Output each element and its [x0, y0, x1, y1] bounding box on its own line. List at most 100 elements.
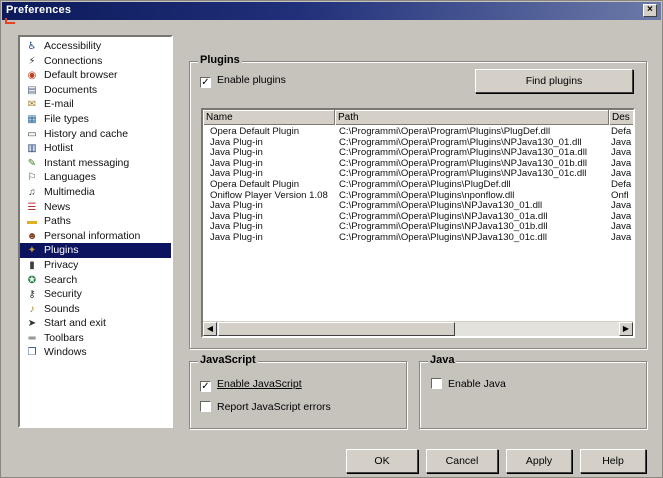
find-plugins-button[interactable]: Find plugins — [475, 69, 633, 93]
personal-info-icon: ☻ — [26, 230, 38, 242]
sidebar-item-start-and-exit[interactable]: ➤ Start and exit — [20, 316, 171, 331]
privacy-icon: ▮ — [29, 259, 35, 271]
javascript-group: JavaScript — [189, 354, 407, 429]
sidebar-item-label: Security — [44, 288, 82, 301]
sidebar-item-security[interactable]: ⚷ Security — [20, 287, 171, 302]
enable-plugins-check[interactable]: ✓ — [200, 77, 211, 88]
column-header-path[interactable]: Path — [335, 110, 609, 125]
preferences-window: Preferences × ♿ Accessibility ⚡ Connections… — [0, 0, 663, 478]
table-row[interactable]: Java Plug-in C:\Programmi\Opera\Plugins\N… — [203, 233, 633, 244]
sidebar-item-privacy[interactable]: ▮ Privacy — [20, 258, 171, 273]
sidebar-item-personal-information[interactable]: ☻ Personal information — [20, 229, 171, 244]
category-list[interactable]: ♿ Accessibility ⚡ Connections ◉ Default brows… — [18, 35, 173, 428]
title-bar: Preferences × — [2, 2, 661, 20]
table-row[interactable]: Java Plug-in C:\Programmi\Opera\Program\P… — [203, 148, 633, 159]
find-plugins-label: Find plugins — [525, 75, 583, 87]
sidebar-item-label: Plugins — [44, 244, 79, 257]
table-row[interactable]: Java Plug-in C:\Programmi\Opera\Plugins\N… — [203, 222, 633, 233]
plugin-name-cell: Java Plug-in — [210, 222, 263, 233]
windows-icon: ❐ — [27, 347, 37, 359]
enable-java-check[interactable] — [431, 378, 442, 389]
cancel-button[interactable]: Cancel — [426, 449, 498, 473]
enable-java-label: Enable Java — [448, 378, 506, 390]
table-row[interactable]: Opera Default Plugin C:\Programmi\Opera\P… — [203, 127, 633, 138]
table-body: Opera Default Plugin C:\Programmi\Opera\P… — [203, 127, 633, 244]
scroll-thumb[interactable] — [218, 322, 455, 336]
accessibility-icon: ♿ — [27, 41, 37, 52]
report-javascript-errors-checkbox[interactable]: Report JavaScript errors — [200, 401, 331, 413]
apply-button[interactable]: Apply — [506, 449, 572, 473]
table-row[interactable]: Java Plug-in C:\Programmi\Opera\Plugins\N… — [203, 201, 633, 212]
cancel-label: Cancel — [445, 455, 479, 467]
sidebar-item-instant-messaging[interactable]: ✎ Instant messaging — [20, 156, 171, 171]
plugin-path-cell: C:\Programmi\Opera\Program\Plugins\NPJav… — [339, 148, 587, 159]
plugins-table[interactable]: Name Path Des Opera Default Plugin C:\Pro… — [201, 108, 635, 338]
close-button[interactable]: × — [643, 4, 657, 17]
sidebar-item-plugins[interactable]: ✦ Plugins — [20, 243, 171, 258]
plugin-path-cell: C:\Programmi\Opera\Plugins\NPJava130_01c… — [339, 232, 547, 243]
sidebar-item-label: News — [44, 200, 71, 213]
plugin-name-cell: Opera Default Plugin — [210, 127, 300, 137]
news-icon: ☰ — [27, 201, 37, 213]
report-javascript-errors-check[interactable] — [200, 401, 211, 412]
enable-javascript-check[interactable]: ✓ — [200, 381, 211, 392]
sidebar-item-file-types[interactable]: ▦ File types — [20, 112, 171, 127]
enable-javascript-label: Enable JavaScript — [217, 378, 302, 390]
sidebar-item-history-and-cache[interactable]: ▭ History and cache — [20, 127, 171, 142]
plugin-path-cell: C:\Programmi\Opera\Plugins\PlugDef.dll — [339, 179, 511, 190]
plugin-description-cell: Java — [611, 232, 632, 243]
sidebar-item-windows[interactable]: ❐ Windows — [20, 345, 171, 360]
sidebar-item-multimedia[interactable]: ♫ Multimedia — [20, 185, 171, 200]
sidebar-item-label: Start and exit — [44, 317, 106, 330]
sidebar-item-default-browser[interactable]: ◉ Default browser — [20, 68, 171, 83]
sidebar-item-label: Windows — [44, 346, 87, 359]
sidebar-item-documents[interactable]: ▤ Documents — [20, 83, 171, 98]
ok-button[interactable]: OK — [346, 449, 418, 473]
enable-plugins-label: Enable plugins — [217, 74, 286, 86]
hotlist-icon: ▥ — [27, 143, 37, 155]
sidebar-item-connections[interactable]: ⚡ Connections — [20, 54, 171, 69]
column-header-description[interactable]: Des — [609, 110, 633, 125]
enable-java-checkbox[interactable]: Enable Java — [431, 378, 506, 390]
sidebar-item-hotlist[interactable]: ▥ Hotlist — [20, 141, 171, 156]
table-row[interactable]: Java Plug-in C:\Programmi\Opera\Program\P… — [203, 138, 633, 149]
sidebar-item-label: Languages — [44, 171, 96, 184]
sidebar-item-toolbars[interactable]: ═ Toolbars — [20, 331, 171, 346]
plugin-path-cell: C:\Programmi\Opera\Program\Plugins\NPJav… — [339, 169, 587, 180]
help-button[interactable]: Help — [580, 449, 646, 473]
report-javascript-errors-label: Report JavaScript errors — [217, 401, 331, 413]
plugin-name-cell: Java Plug-in — [210, 169, 263, 180]
table-row[interactable]: Oniflow Player Version 1.08 C:\Programmi\… — [203, 191, 633, 202]
enable-plugins-checkbox[interactable]: ✓ Enable plugins — [200, 74, 286, 88]
sidebar-item-accessibility[interactable]: ♿ Accessibility — [20, 39, 171, 54]
plugin-description-cell: Java — [611, 201, 632, 212]
sidebar-item-paths[interactable]: ▬ Paths — [20, 214, 171, 229]
table-row[interactable]: Java Plug-in C:\Programmi\Opera\Program\P… — [203, 169, 633, 180]
column-header-name[interactable]: Name — [203, 110, 335, 125]
sounds-icon: ♪ — [29, 303, 35, 315]
search-icon: ✪ — [27, 274, 37, 286]
sidebar-item-languages[interactable]: ⚐ Languages — [20, 170, 171, 185]
table-row[interactable]: Opera Default Plugin C:\Programmi\Opera\P… — [203, 180, 633, 191]
plugin-name-cell: Opera Default Plugin — [210, 179, 300, 190]
scroll-left-arrow-icon[interactable]: ◀ — [203, 322, 217, 336]
default-browser-icon: ◉ — [27, 70, 37, 82]
history-icon: ▭ — [27, 128, 37, 140]
sidebar-item-search[interactable]: ✪ Search — [20, 273, 171, 288]
horizontal-scrollbar[interactable]: ◀ ▶ — [203, 321, 633, 336]
scroll-right-arrow-icon[interactable]: ▶ — [619, 322, 633, 336]
plugin-path-cell: C:\Programmi\Opera\Plugins\NPJava130_01a… — [339, 211, 548, 222]
enable-javascript-checkbox[interactable]: ✓ Enable JavaScript — [200, 378, 302, 392]
table-row[interactable]: Java Plug-in C:\Programmi\Opera\Program\P… — [203, 159, 633, 170]
sidebar-item-label: Privacy — [44, 258, 79, 271]
sidebar-item-e-mail[interactable]: ✉ E-mail — [20, 97, 171, 112]
plugin-name-cell: Java Plug-in — [210, 211, 263, 222]
email-icon: ✉ — [27, 99, 37, 111]
apply-label: Apply — [525, 455, 553, 467]
toolbars-icon: ═ — [28, 332, 36, 344]
sidebar-item-sounds[interactable]: ♪ Sounds — [20, 302, 171, 317]
annotation-mark — [5, 18, 15, 24]
table-row[interactable]: Java Plug-in C:\Programmi\Opera\Plugins\N… — [203, 212, 633, 223]
sidebar-item-label: Accessibility — [44, 40, 102, 52]
sidebar-item-news[interactable]: ☰ News — [20, 200, 171, 215]
